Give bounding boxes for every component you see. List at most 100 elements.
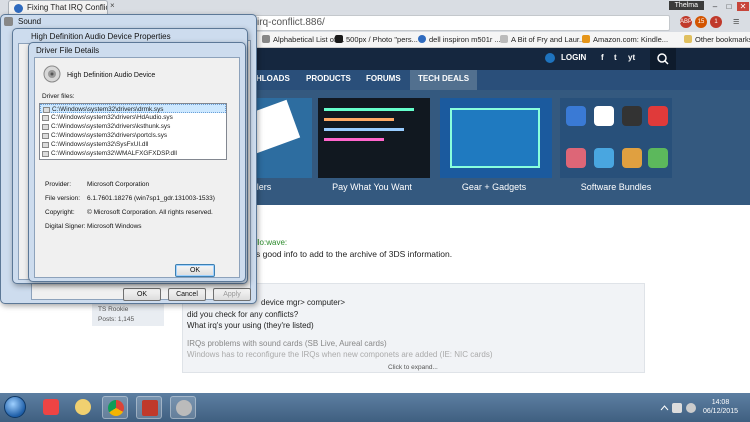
bookmark-item[interactable]: Alphabetical List of ...	[262, 35, 344, 44]
speaker-icon	[4, 17, 13, 26]
tab-title: Fixing That IRQ Conflict -	[27, 3, 108, 12]
driver-file-details-dialog: Driver File Details High Definition Audi…	[28, 42, 246, 282]
deal-label[interactable]: Gear + Gadgets	[438, 182, 550, 192]
quote-line: device mgr> computer>	[261, 298, 346, 307]
youtube-icon[interactable]: yt	[628, 53, 635, 62]
adblock-icon[interactable]: ABP	[680, 16, 692, 28]
search-icon	[657, 53, 669, 65]
provider-value: Microsoft Corporation	[87, 181, 150, 188]
driver-file-row[interactable]: C:\Windows\system32\drivers\HdAudio.sys	[40, 113, 226, 122]
nav-products[interactable]: PRODUCTS	[306, 74, 351, 83]
tray-volume-icon[interactable]	[686, 403, 696, 413]
nav-forums[interactable]: FORUMS	[366, 74, 401, 83]
deal-thumb-app-icons[interactable]	[560, 98, 672, 178]
driver-file-row[interactable]: C:\Windows\system32\drivers\ksthunk.sys	[40, 122, 226, 131]
paint-palette-icon	[75, 399, 91, 415]
nav-downloads[interactable]: HLOADS	[256, 74, 290, 83]
file-version-value: 6.1.7601.18276 (win7sp1_gdr.131003-1533)	[87, 195, 215, 202]
clock-time: 14:08	[711, 399, 730, 406]
google-icon	[418, 35, 426, 43]
quote-line: What irq's your using (they're listed)	[187, 321, 314, 330]
file-icon	[42, 142, 49, 148]
media-icon	[142, 400, 158, 416]
file-icon	[42, 151, 49, 157]
nav-tech-deals[interactable]: TECH DEALS	[410, 70, 478, 90]
profile-chip[interactable]: Thelma	[668, 1, 704, 10]
search-button[interactable]	[650, 48, 676, 70]
driver-file-row[interactable]: C:\Windows\system32\SysFxUI.dll	[40, 140, 226, 149]
provider-label: Provider:	[45, 181, 72, 188]
address-bar[interactable]: that-irq-conflict.886/	[230, 15, 670, 31]
post-greeting: llo:wave:	[256, 238, 288, 247]
copyright-label: Copyright:	[45, 209, 75, 216]
taskbar-app-chrome[interactable]	[102, 396, 128, 419]
bookmark-item[interactable]: 500px / Photo "pers...	[335, 35, 418, 44]
driver-details-title: Driver File Details	[36, 46, 100, 55]
hd-props-title: High Definition Audio Device Properties	[31, 32, 171, 41]
minimize-button[interactable]: –	[709, 2, 721, 11]
taskbar-app-media[interactable]	[136, 396, 162, 419]
file-icon	[42, 133, 49, 139]
bookmark-item[interactable]: dell inspiron m501r ...	[418, 35, 501, 44]
bookmark-item[interactable]: A Bit of Fry and Laur...	[500, 35, 585, 44]
clock-date: 06/12/2015	[702, 408, 738, 415]
taskbar-clock[interactable]: 14:08 06/12/2015	[703, 398, 738, 416]
deal-thumb-code[interactable]	[318, 98, 430, 178]
tray-network-icon[interactable]	[672, 403, 682, 413]
deal-label[interactable]: Software Bundles	[560, 182, 672, 192]
facebook-icon[interactable]: f	[601, 53, 604, 62]
twitter-icon[interactable]: t	[614, 53, 617, 62]
tab-close-icon[interactable]: ×	[110, 1, 115, 10]
sound-apply-button[interactable]: Apply	[213, 288, 251, 301]
menu-icon[interactable]: ≡	[733, 16, 739, 28]
quote-line-faded: IRQs problems with sound cards (SB Live,…	[187, 339, 387, 348]
deal-label[interactable]: Pay What You Want	[316, 182, 428, 192]
taskbar-app-sound[interactable]	[170, 396, 196, 419]
extension-icons: ABP 15 1	[680, 16, 725, 28]
page-icon	[262, 35, 270, 43]
taskbar-app-palette[interactable]	[70, 396, 96, 419]
maximize-button[interactable]: □	[723, 2, 735, 11]
click-to-expand-link[interactable]: Click to expand...	[388, 364, 438, 371]
driver-files-list[interactable]: C:\Windows\system32\drivers\drmk.sys C:\…	[39, 103, 227, 160]
login-icon	[545, 53, 555, 63]
sound-icon	[176, 400, 192, 416]
bookmark-item-other[interactable]: Other bookmarks	[684, 35, 750, 44]
browser-tab-active[interactable]: Fixing That IRQ Conflict -	[8, 0, 108, 14]
extension-badge-icon[interactable]: 15	[695, 16, 707, 28]
amazon-icon	[582, 35, 590, 43]
user-posts: Posts: 1,145	[98, 316, 135, 323]
file-version-label: File version:	[45, 195, 81, 202]
sound-cancel-button[interactable]: Cancel	[168, 288, 206, 301]
driver-details-ok-button[interactable]: OK	[175, 264, 215, 277]
file-icon	[42, 124, 49, 130]
user-role: TS Rookie	[98, 306, 129, 313]
site-favicon	[14, 4, 23, 13]
folder-icon	[684, 35, 692, 43]
bookmark-item[interactable]: Amazon.com: Kindle...	[582, 35, 668, 44]
notification-icon[interactable]: 1	[710, 16, 722, 28]
digital-signer-value: Microsoft Windows	[87, 223, 142, 230]
post-line: s good info to add to the archive of 3DS…	[256, 249, 453, 259]
sound-ok-button[interactable]: OK	[123, 288, 161, 301]
start-button[interactable]	[4, 396, 26, 418]
driver-file-row[interactable]: C:\Windows\system32\WMALFXGFXDSP.dll	[40, 149, 226, 158]
login-link[interactable]: LOGIN	[561, 53, 586, 62]
tray-arrow-icon[interactable]	[660, 404, 669, 413]
file-icon	[42, 115, 49, 121]
driver-file-row[interactable]: C:\Windows\system32\drivers\drmk.sys	[40, 104, 226, 113]
quote-line-faded: Windows has to reconfigure the IRQs when…	[187, 350, 493, 359]
speaker-device-icon	[43, 65, 61, 83]
deal-thumb-arduino[interactable]	[440, 98, 552, 178]
paint-icon	[43, 399, 59, 415]
driver-details-body	[34, 57, 240, 278]
close-button[interactable]: ✕	[737, 2, 749, 11]
driver-files-label: Driver files:	[42, 93, 75, 100]
quote-line: did you check for any conflicts?	[187, 310, 299, 319]
taskbar-app-paint[interactable]	[38, 396, 64, 419]
page-icon	[500, 35, 508, 43]
digital-signer-label: Digital Signer:	[45, 223, 86, 230]
driver-file-row[interactable]: C:\Windows\system32\drivers\portcls.sys	[40, 131, 226, 140]
500px-icon	[335, 35, 343, 43]
copyright-value: © Microsoft Corporation. All rights rese…	[87, 209, 213, 216]
